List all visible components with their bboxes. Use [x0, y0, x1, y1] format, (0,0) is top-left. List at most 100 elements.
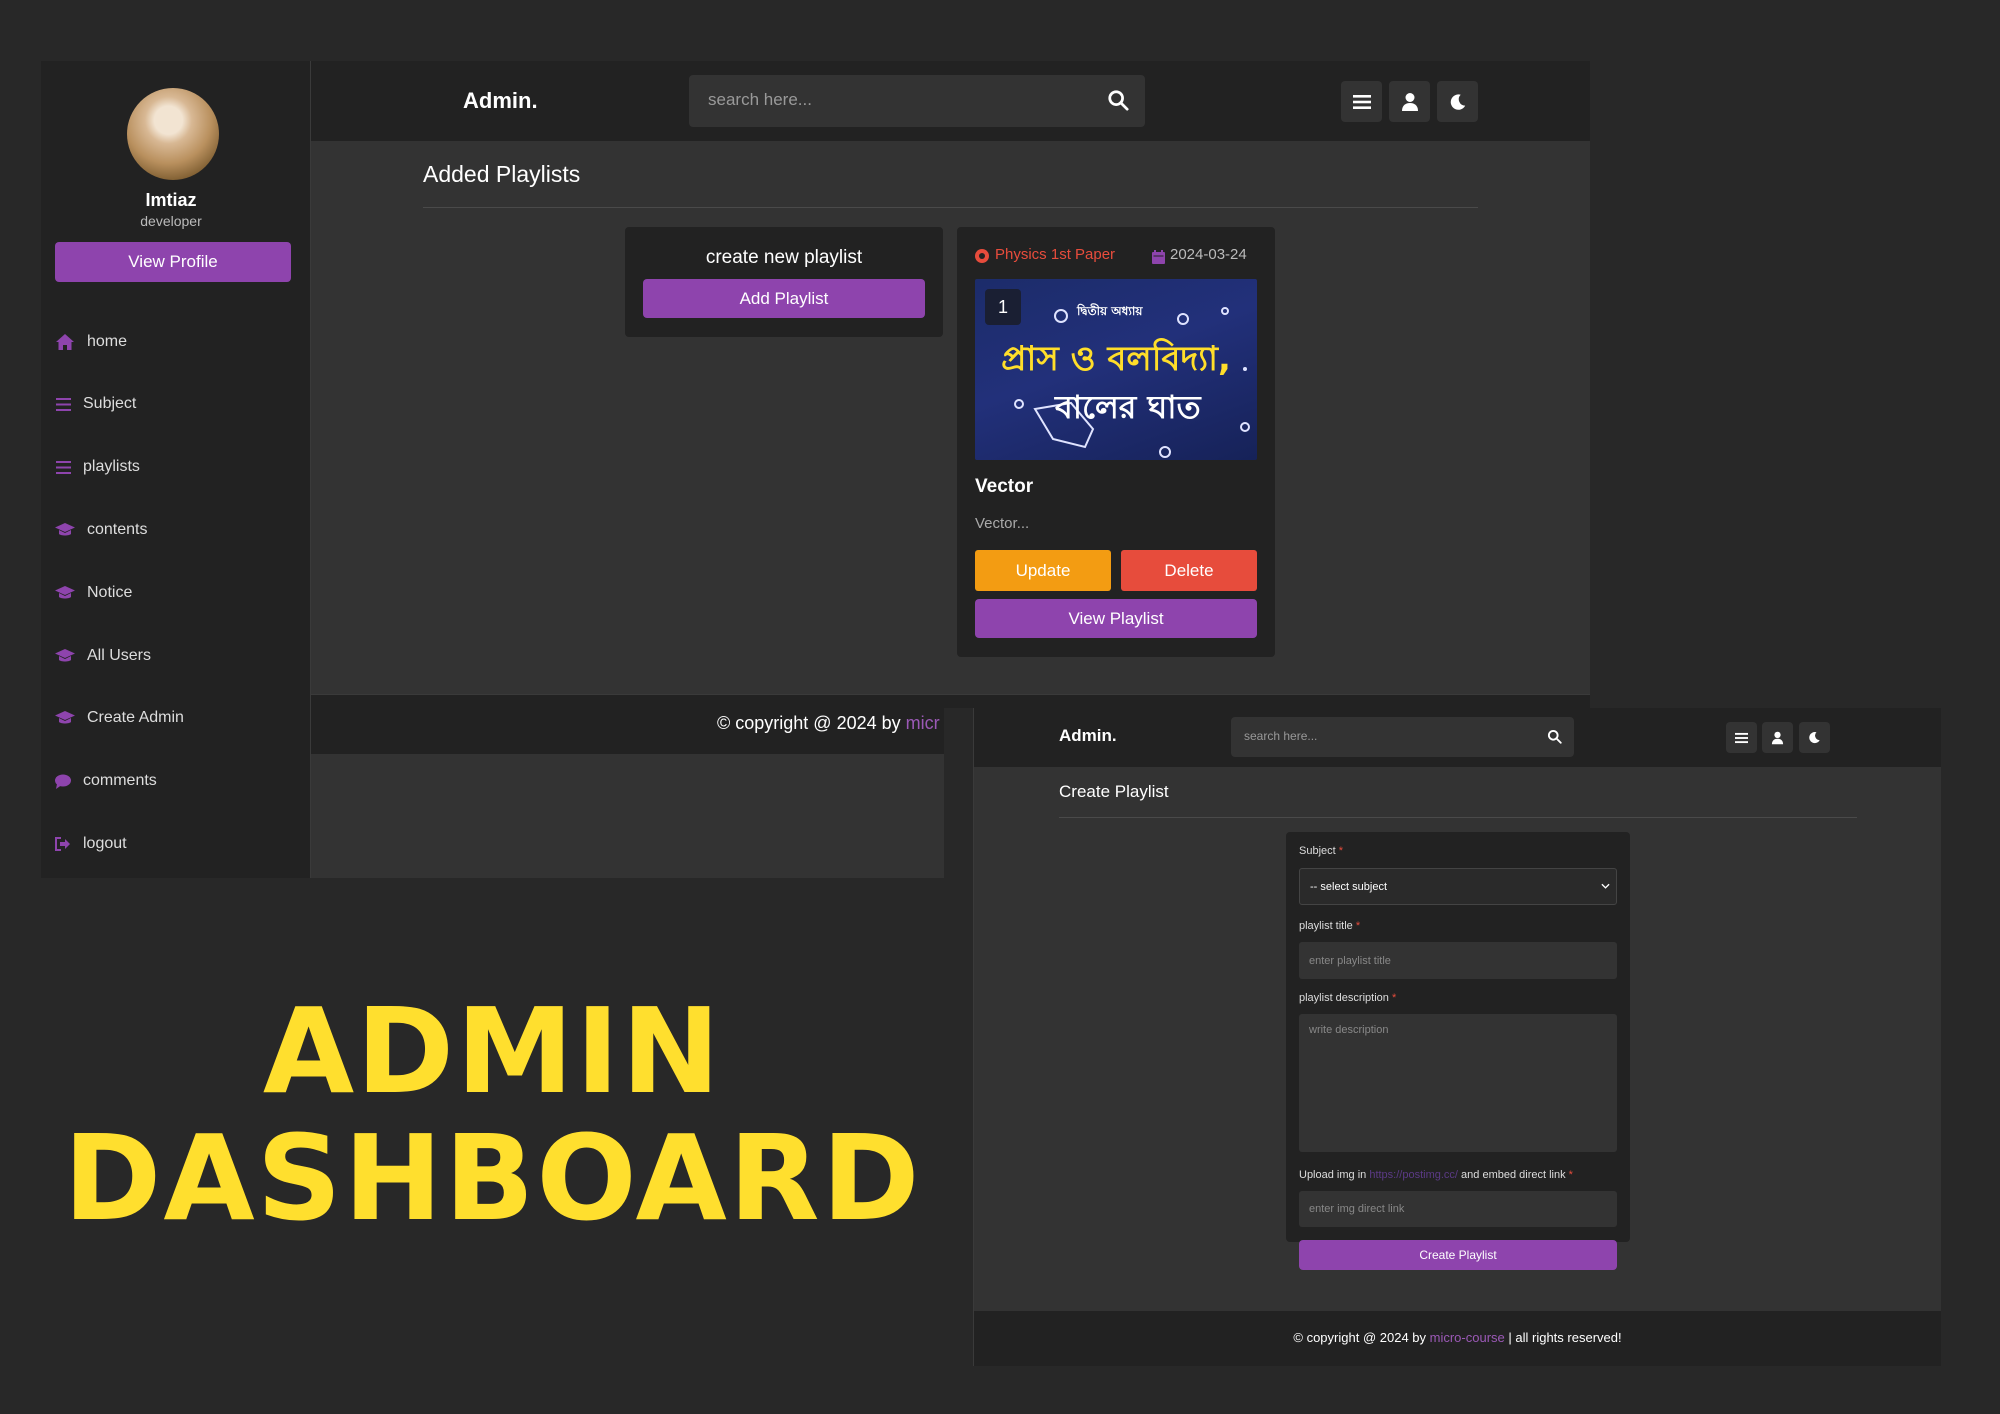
title-placeholder: enter playlist title: [1309, 954, 1391, 967]
footer-text: © copyright @ 2024 by micro-course | all…: [974, 1330, 1941, 1345]
user-icon[interactable]: [1389, 81, 1430, 122]
user-icon[interactable]: [1762, 722, 1793, 753]
user-name: Imtiaz: [145, 190, 197, 210]
top-header: Admin. search here...: [311, 61, 1590, 141]
sidebar-item-label: Notice: [87, 584, 133, 601]
sidebar-item-all-users[interactable]: All Users: [55, 641, 151, 671]
subject-icon: [975, 249, 989, 263]
description-placeholder: write description: [1309, 1024, 1389, 1036]
playlist-title-input[interactable]: enter playlist title: [1299, 942, 1617, 979]
chevron-down-icon: [1601, 881, 1610, 893]
video-count-badge: 1: [985, 289, 1021, 325]
graduation-cap-icon: [55, 709, 75, 727]
sidebar-item-playlists[interactable]: playlists: [55, 452, 140, 482]
footer-rights: | all rights reserved!: [1508, 1330, 1622, 1345]
footer: © copyright @ 2024 by micro-course | all…: [974, 1311, 1941, 1366]
comment-icon: [55, 772, 71, 790]
bars-icon: [55, 458, 71, 476]
update-button[interactable]: Update: [975, 550, 1111, 591]
search-box[interactable]: search here...: [689, 75, 1145, 127]
create-playlist-button[interactable]: Create Playlist: [1299, 1240, 1617, 1270]
page-title: Create Playlist: [1059, 782, 1169, 801]
sidebar-item-label: comments: [83, 772, 157, 789]
playlist-description: Vector...: [975, 515, 1030, 532]
sidebar-item-contents[interactable]: contents: [55, 515, 147, 545]
home-icon: [55, 333, 75, 351]
sidebar: Imtiaz developer View Profile home Subje…: [41, 61, 311, 878]
graduation-cap-icon: [55, 584, 75, 602]
playlist-date: 2024-03-24: [1170, 246, 1247, 263]
image-label-suffix: and embed direct link: [1461, 1169, 1566, 1181]
search-placeholder[interactable]: search here...: [708, 90, 812, 110]
menu-icon[interactable]: [1341, 81, 1382, 122]
required-mark: *: [1338, 845, 1344, 857]
footer-brand-link[interactable]: micr: [906, 713, 940, 733]
calendar-icon: [1152, 249, 1165, 268]
required-mark: *: [1568, 1169, 1573, 1181]
sidebar-item-label: contents: [87, 521, 148, 538]
brand-logo[interactable]: Admin.: [463, 88, 538, 114]
bars-icon: [55, 395, 71, 413]
subject-label: Subject *: [1299, 845, 1343, 857]
image-label: Upload img in https://postimg.cc/ and em…: [1299, 1169, 1573, 1181]
view-profile-button[interactable]: View Profile: [55, 242, 291, 282]
footer-copyright: © copyright @ 2024 by: [1293, 1330, 1427, 1345]
create-card-title: create new playlist: [705, 247, 863, 268]
playlist-title: Vector: [975, 476, 1034, 497]
headline-line1: ADMIN: [262, 982, 723, 1120]
moon-icon[interactable]: [1799, 722, 1830, 753]
sidebar-item-label: All Users: [87, 647, 152, 664]
playlist-subject[interactable]: Physics 1st Paper: [995, 246, 1115, 263]
title-divider: [1059, 817, 1857, 818]
brand-logo[interactable]: Admin.: [1059, 726, 1117, 746]
create-playlist-form: Subject * -- select subject playlist tit…: [1286, 832, 1630, 1242]
sidebar-item-logout[interactable]: logout: [55, 829, 127, 859]
headline-line2: DASHBOARD: [63, 1109, 922, 1247]
sidebar-item-label: playlists: [83, 458, 140, 475]
sidebar-item-label: Create Admin: [87, 709, 184, 726]
top-header: Admin. search here...: [974, 708, 1941, 767]
footer-copyright: © copyright @ 2024 by: [717, 713, 901, 733]
image-link-input[interactable]: enter img direct link: [1299, 1191, 1617, 1227]
title-divider: [423, 207, 1478, 208]
sidebar-item-comments[interactable]: comments: [55, 766, 157, 796]
sidebar-item-label: Subject: [83, 395, 137, 412]
sidebar-item-home[interactable]: home: [55, 327, 127, 357]
sidebar-item-label: logout: [83, 835, 127, 852]
image-link-placeholder: enter img direct link: [1309, 1203, 1405, 1215]
thumbnail-title-line2: বালের ঘাত: [1055, 388, 1201, 426]
title-label: playlist title *: [1299, 920, 1360, 932]
delete-button[interactable]: Delete: [1121, 550, 1257, 591]
required-mark: *: [1355, 920, 1361, 932]
thumbnail-subtitle: দ্বিতীয় অধ্যায়: [1077, 304, 1143, 318]
view-playlist-button[interactable]: View Playlist: [975, 599, 1257, 638]
description-label-text: playlist description: [1299, 992, 1389, 1004]
menu-icon[interactable]: [1726, 722, 1757, 753]
create-playlist-card: create new playlist Add Playlist: [625, 227, 943, 337]
sidebar-item-subject[interactable]: Subject: [55, 389, 136, 419]
sidebar-item-notice[interactable]: Notice: [55, 578, 132, 608]
search-placeholder[interactable]: search here...: [1244, 729, 1317, 743]
logout-icon: [55, 835, 71, 853]
sidebar-item-create-admin[interactable]: Create Admin: [55, 703, 184, 733]
playlist-thumbnail[interactable]: 1 দ্বিতীয় অধ্যায় প্রাস ও বলবিদ্যা, বাল…: [975, 279, 1257, 460]
image-label-prefix: Upload img in: [1299, 1169, 1367, 1181]
search-box[interactable]: search here...: [1231, 717, 1574, 757]
subject-label-text: Subject: [1299, 845, 1336, 857]
graduation-cap-icon: [55, 647, 75, 665]
postimg-link[interactable]: https://postimg.cc/: [1369, 1169, 1458, 1181]
title-label-text: playlist title: [1299, 920, 1353, 932]
search-icon[interactable]: [1107, 89, 1129, 116]
description-label: playlist description *: [1299, 992, 1396, 1004]
search-icon[interactable]: [1547, 729, 1562, 749]
footer-text: © copyright @ 2024 by micr: [717, 713, 940, 734]
admin-screenshot-create-playlist: Admin. search here... Create Playlist Su…: [944, 708, 1941, 1366]
user-role: developer: [140, 213, 202, 229]
footer-brand-link[interactable]: micro-course: [1430, 1330, 1505, 1345]
subject-select[interactable]: -- select subject: [1299, 868, 1617, 905]
sidebar-item-label: home: [87, 333, 128, 350]
add-playlist-button[interactable]: Add Playlist: [643, 279, 925, 318]
moon-icon[interactable]: [1437, 81, 1478, 122]
playlist-description-textarea[interactable]: write description: [1299, 1014, 1617, 1152]
thumbnail-title-line1: প্রাস ও বলবিদ্যা,: [1001, 339, 1231, 379]
